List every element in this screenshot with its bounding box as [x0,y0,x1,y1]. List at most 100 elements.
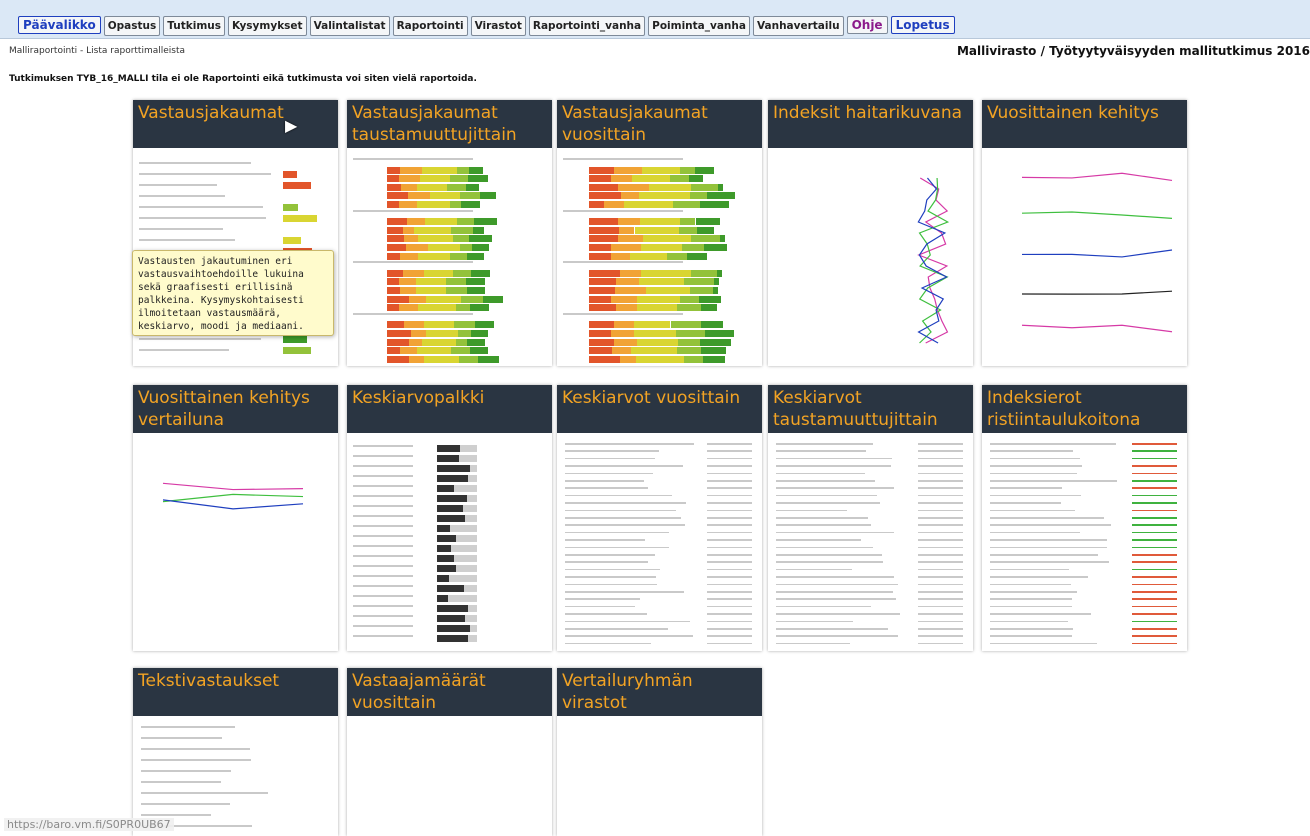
report-template-card[interactable]: Vastausjakaumat taustamuuttujittain [347,100,552,366]
thumb-stacked-segment [703,355,726,363]
thumb-text-line [776,628,888,630]
thumb-text-line [776,561,884,563]
nav-opastus-button[interactable]: Opastus [103,16,161,36]
thumb-stacked-segment [400,287,416,294]
thumb-stacked-segment [589,252,611,260]
thumb-value-line [918,591,963,593]
thumb-value-line [707,554,752,556]
thumb-stacked-segment [414,226,451,234]
report-template-thumbnail[interactable] [982,433,1187,651]
status-notice: Tutkimuksen TYB_16_MALLI tila ei ole Rap… [9,74,477,84]
report-template-card[interactable]: Keskiarvopalkki [347,385,552,651]
thumb-stacked-segment [400,183,418,191]
nav-raportointi-button[interactable]: Raportointi [392,16,468,36]
report-template-card[interactable]: Vuosittainen kehitys vertailuna [133,385,338,651]
nav-ohje-button[interactable]: Ohje [846,16,888,34]
thumb-value-line [918,487,963,489]
thumb-stacked-segment [700,304,718,312]
thumb-value-line [918,642,963,645]
report-template-title[interactable]: Vertailuryhmän virastot [557,668,762,716]
nav-raportointi-vanha-button[interactable]: Raportointi_vanha [528,16,646,36]
nav-paavalikko-button[interactable]: Päävalikko [18,16,101,34]
thumb-value-line [1132,517,1177,519]
report-template-title[interactable]: Tekstivastaukset [133,668,338,716]
thumb-text-line [353,485,413,487]
report-template-card[interactable]: Tekstivastaukset [133,668,338,836]
thumb-stacked-segment [700,321,723,329]
nav-vanhavertailu-button[interactable]: Vanhavertailu [752,16,844,36]
thumb-stacked-segment [387,338,410,346]
thumb-stacked-segment [667,252,687,260]
thumb-stacked-segment [691,183,719,191]
thumb-stacked-segment [482,295,504,303]
report-template-card[interactable]: Vuosittainen kehitys [982,100,1187,366]
thumb-value-line [1132,524,1177,526]
thumb-text-line [353,585,413,587]
report-template-thumbnail[interactable] [557,148,762,366]
thumb-stacked-segment [589,175,612,183]
thumb-stacked-segment [589,226,620,234]
nav-kysymykset-button[interactable]: Kysymykset [228,16,307,36]
report-template-thumbnail[interactable] [133,433,338,651]
report-template-card[interactable]: Indeksierot ristiintaulukoitona [982,385,1187,651]
report-template-title[interactable]: Vuosittainen kehitys [982,100,1187,148]
report-template-thumbnail[interactable] [768,148,973,366]
thumb-mean-bar [437,585,464,592]
thumb-value-line [707,457,752,460]
report-template-card[interactable]: Keskiarvot taustamuuttujittain [768,385,973,651]
thumb-text-line [776,568,853,571]
report-template-title[interactable]: Vastausjakaumat [133,100,338,148]
report-template-thumbnail[interactable] [982,148,1187,366]
thumb-mean-bar [437,505,464,512]
thumb-text-line [139,228,223,230]
report-template-title[interactable]: Keskiarvopalkki [347,385,552,433]
thumb-stacked-segment [409,338,423,346]
thumb-value-line [1132,443,1177,445]
thumb-text-line [353,555,413,557]
thumb-stacked-segment [466,287,486,294]
thumb-stacked-segment [472,226,484,234]
report-template-card[interactable]: Indeksit haitarikuvana [768,100,973,366]
thumb-text-line [565,517,682,519]
thumb-text-line [563,209,683,212]
report-template-thumbnail[interactable] [347,716,552,836]
report-template-card[interactable]: Keskiarvot vuosittain [557,385,762,651]
thumb-text-line [776,598,897,600]
nav-tutkimus-button[interactable]: Tutkimus [163,16,225,36]
report-template-card[interactable]: Vastaajamäärät vuosittain [347,668,552,836]
breadcrumb: Malliraportointi - Lista raporttimalleis… [9,46,186,56]
report-template-thumbnail[interactable] [557,716,762,836]
thumb-text-line [776,509,847,512]
nav-lopetus-button[interactable]: Lopetus [890,16,955,34]
report-template-card[interactable]: Vertailuryhmän virastot [557,668,762,836]
thumb-text-line [139,162,251,164]
thumb-text-line [563,261,683,264]
report-template-title[interactable]: Keskiarvot taustamuuttujittain [768,385,973,433]
thumb-text-line [139,206,264,208]
nav-valintalistat-button[interactable]: Valintalistat [309,16,390,36]
thumb-stacked-segment [387,355,409,363]
report-template-title[interactable]: Indeksit haitarikuvana [768,100,973,148]
thumb-mean-bar [437,445,460,452]
thumb-stacked-segment [701,347,726,355]
report-template-title[interactable]: Vastausjakaumat vuosittain [557,100,762,148]
thumb-text-line [353,465,413,467]
thumb-text-line [353,312,473,315]
report-template-title[interactable]: Vuosittainen kehitys vertailuna [133,385,338,433]
nav-virastot-button[interactable]: Virastot [470,16,526,36]
report-template-card[interactable]: Vastausjakaumat vuosittain [557,100,762,366]
report-template-thumbnail[interactable] [557,433,762,651]
thumb-value-line [707,450,752,452]
thumb-stacked-segment [589,321,615,329]
report-template-title[interactable]: Vastausjakaumat taustamuuttujittain [347,100,552,148]
nav-poiminta-vanha-button[interactable]: Poiminta_vanha [648,16,750,36]
report-template-thumbnail[interactable] [347,433,552,651]
report-template-title[interactable]: Keskiarvot vuosittain [557,385,762,433]
report-template-title[interactable]: Indeksierot ristiintaulukoitona [982,385,1187,433]
thumb-text-line [990,628,1073,630]
report-template-title[interactable]: Vastaajamäärät vuosittain [347,668,552,716]
report-template-thumbnail[interactable] [347,148,552,366]
thumb-text-line [990,642,1098,645]
report-template-thumbnail[interactable] [768,433,973,651]
thumb-stacked-segment [699,201,730,208]
